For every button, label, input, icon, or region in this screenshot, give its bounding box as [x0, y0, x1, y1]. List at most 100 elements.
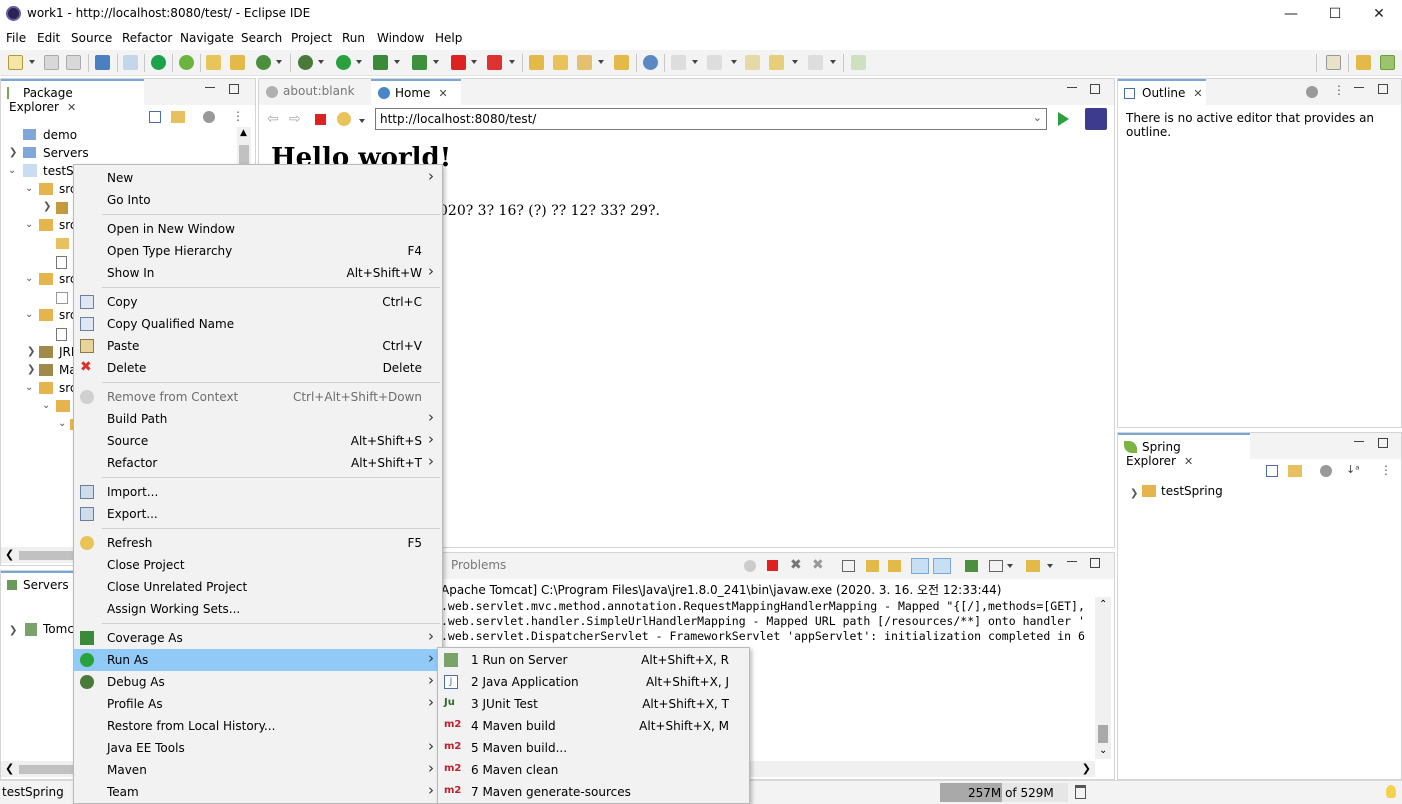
minimize-view-icon[interactable]: [1067, 87, 1077, 88]
chevron-right-icon[interactable]: ❯: [27, 346, 35, 357]
menu-item-delete[interactable]: ✖ Delete Delete: [74, 357, 442, 379]
menu-item-source[interactable]: Source Alt+Shift+S ›: [74, 430, 442, 452]
debug-dropdown-icon[interactable]: [318, 60, 324, 64]
stop-icon[interactable]: [315, 114, 326, 125]
eclipse-browser-icon[interactable]: [1085, 108, 1107, 130]
tree-item-src[interactable]: src: [39, 272, 77, 286]
chevron-down-icon[interactable]: ⌄: [58, 418, 66, 429]
filter-icon[interactable]: [1306, 86, 1318, 98]
tab-about-blank[interactable]: about:blank: [259, 79, 371, 105]
chevron-right-icon[interactable]: ❯: [27, 364, 35, 375]
close-button[interactable]: ✕: [1356, 0, 1402, 28]
chevron-down-icon[interactable]: ⌄: [8, 165, 16, 176]
tree-item-maven[interactable]: Ma: [39, 363, 77, 377]
maximize-button[interactable]: ☐: [1312, 0, 1358, 28]
minimize-view-icon[interactable]: [1067, 561, 1077, 562]
coverage-icon[interactable]: [373, 55, 388, 70]
remove-launch-icon[interactable]: ✖: [790, 557, 802, 573]
menu-search[interactable]: Search: [241, 31, 282, 45]
pin-editor-icon[interactable]: [851, 55, 866, 70]
menu-item-show-in[interactable]: Show In Alt+Shift+W ›: [74, 262, 442, 284]
scroll-up-arrow-icon[interactable]: ▲: [240, 128, 247, 138]
chevron-down-icon[interactable]: ⌄: [25, 382, 33, 393]
tab-home[interactable]: Home ✕: [371, 79, 461, 105]
open-console-icon[interactable]: [1026, 560, 1040, 572]
menu-window[interactable]: Window: [377, 31, 424, 45]
menu-item-open-type-hierarchy[interactable]: Open Type Hierarchy F4: [74, 240, 442, 262]
scroll-left-arrow-icon[interactable]: ❮: [5, 762, 14, 775]
menu-run[interactable]: Run: [342, 31, 365, 45]
chevron-down-icon[interactable]: ⌄: [25, 219, 33, 230]
menu-item-run-as[interactable]: Run As ›: [74, 649, 442, 671]
remove-all-launches-icon[interactable]: ✖: [812, 557, 824, 573]
maximize-view-icon[interactable]: [1090, 558, 1100, 568]
run-as-item-1-run-on-server[interactable]: 1 Run on Server Alt+Shift+X, R: [438, 649, 749, 671]
tree-item-src[interactable]: src: [39, 182, 77, 196]
menu-item-refactor[interactable]: Refactor Alt+Shift+T ›: [74, 452, 442, 474]
edit-icon[interactable]: [577, 55, 592, 70]
menu-item-team[interactable]: Team ›: [74, 781, 442, 803]
show-stderr-icon[interactable]: [933, 558, 951, 574]
scroll-right-arrow-icon[interactable]: ❯: [1082, 762, 1091, 775]
vertical-scrollbar[interactable]: ⌃ ⌄: [1095, 597, 1111, 759]
minimize-view-icon[interactable]: [1354, 441, 1364, 442]
open-console-dropdown-icon[interactable]: [1047, 564, 1053, 568]
link-editor-icon[interactable]: [1288, 465, 1302, 477]
save-all-icon[interactable]: [66, 55, 81, 70]
show-stdout-icon[interactable]: [911, 558, 929, 574]
back-arrow-icon[interactable]: ⇦: [267, 111, 279, 127]
pin-console-icon[interactable]: [965, 560, 978, 572]
forward-arrow-icon[interactable]: ⇨: [289, 111, 301, 127]
lightbulb-icon[interactable]: [1386, 785, 1396, 798]
tab-outline[interactable]: Outline ✕: [1118, 79, 1206, 105]
scroll-thumb[interactable]: [1098, 725, 1108, 743]
maximize-view-icon[interactable]: [1378, 84, 1388, 94]
scroll-up-arrow-icon[interactable]: ⌃: [1099, 599, 1107, 610]
run-as-item-7-maven-generate-sources[interactable]: m2 7 Maven generate-sources: [438, 781, 749, 803]
menu-item-restore-from-local-history[interactable]: Restore from Local History...: [74, 715, 442, 737]
prev-annotation-icon[interactable]: [707, 55, 722, 70]
run-last-tool-icon[interactable]: [412, 55, 427, 70]
menu-item-debug-as[interactable]: Debug As ›: [74, 671, 442, 693]
menu-item-new[interactable]: New ›: [74, 167, 442, 189]
skip-breakpoints-icon[interactable]: [123, 55, 138, 70]
save-icon[interactable]: [44, 55, 59, 70]
chevron-down-icon[interactable]: ⌄: [25, 183, 33, 194]
menu-file[interactable]: File: [6, 31, 26, 45]
tab-package-explorer[interactable]: Package Explorer ✕: [1, 79, 144, 114]
last-edit-icon[interactable]: [745, 55, 760, 70]
run-as-item-3-junit-test[interactable]: Ju 3 JUnit Test Alt+Shift+X, T: [438, 693, 749, 715]
forward-dropdown-icon[interactable]: [830, 60, 836, 64]
close-tab-icon[interactable]: ✕: [1184, 455, 1193, 468]
run-dropdown-icon[interactable]: [356, 60, 362, 64]
url-field[interactable]: http://localhost:8080/test/ ⌄: [375, 108, 1047, 130]
tab-problems[interactable]: Problems: [443, 553, 523, 579]
tree-item-src[interactable]: src: [39, 381, 77, 395]
menu-item-export[interactable]: Export...: [74, 503, 442, 525]
maximize-view-icon[interactable]: [229, 84, 239, 94]
menu-navigate[interactable]: Navigate: [180, 31, 234, 45]
run-as-item-5-maven-build[interactable]: m2 5 Maven build...: [438, 737, 749, 759]
maximize-view-icon[interactable]: [1378, 438, 1388, 448]
menu-item-import[interactable]: Import...: [74, 481, 442, 503]
maximize-view-icon[interactable]: [1090, 84, 1100, 94]
view-menu-icon[interactable]: ⋮: [232, 109, 244, 123]
minimize-view-icon[interactable]: [1354, 87, 1364, 88]
refresh-icon[interactable]: [337, 112, 351, 126]
tree-item-servers[interactable]: Servers: [23, 146, 89, 160]
menu-edit[interactable]: Edit: [37, 31, 60, 45]
open-folder-icon[interactable]: [553, 55, 568, 70]
run-as-item-2-java-application[interactable]: J 2 Java Application Alt+Shift+X, J: [438, 671, 749, 693]
word-wrap-icon[interactable]: [888, 560, 901, 572]
terminate-relaunch-icon[interactable]: [744, 560, 756, 572]
power-icon[interactable]: [151, 55, 166, 70]
menu-item-java-ee-tools[interactable]: Java EE Tools ›: [74, 737, 442, 759]
view-menu-icon[interactable]: ⋮: [1380, 463, 1392, 477]
menu-item-build-path[interactable]: Build Path ›: [74, 408, 442, 430]
menu-source[interactable]: Source: [71, 31, 112, 45]
spring-icon[interactable]: [179, 55, 194, 70]
scroll-left-arrow-icon[interactable]: ❮: [5, 548, 14, 561]
debug-icon[interactable]: [298, 55, 313, 70]
new-dropdown-icon[interactable]: [29, 60, 35, 64]
scroll-thumb[interactable]: [19, 551, 73, 560]
